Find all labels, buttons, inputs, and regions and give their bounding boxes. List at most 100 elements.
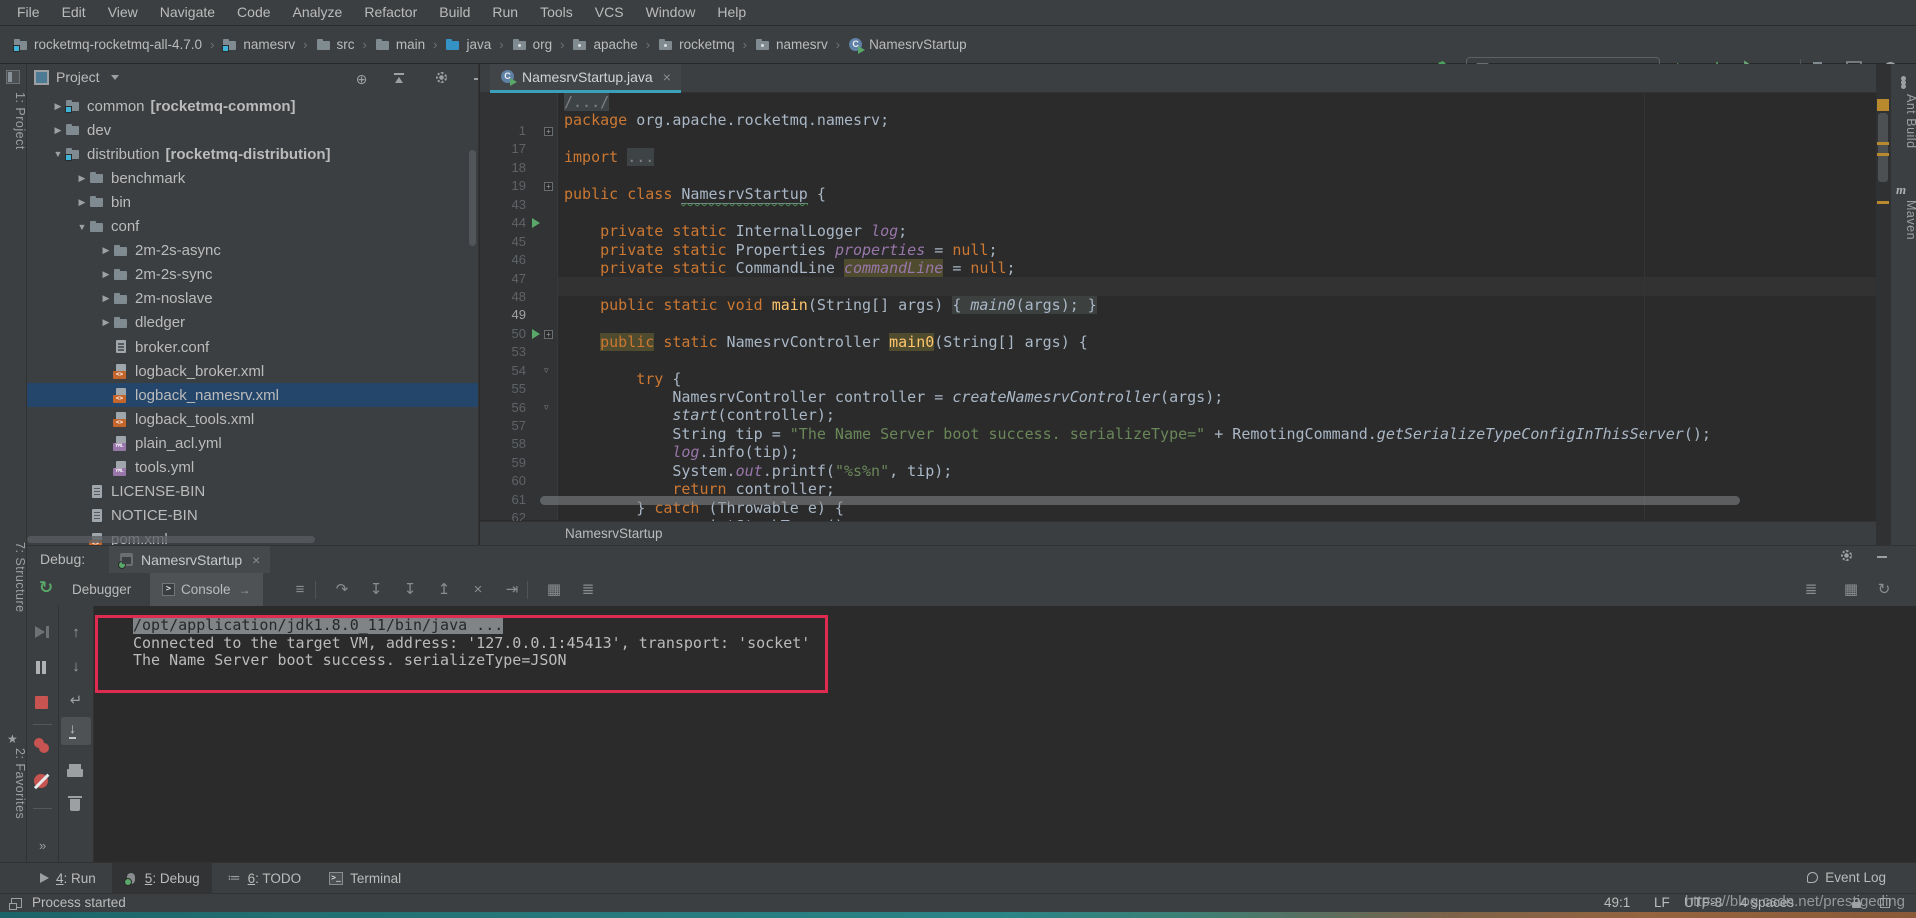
tool-window-button-project[interactable]: 1: Project bbox=[0, 92, 27, 150]
menu-analyze[interactable]: Analyze bbox=[282, 0, 354, 25]
breadcrumb-item-src[interactable]: src bbox=[313, 35, 358, 55]
breadcrumb-item-apache[interactable]: apache bbox=[569, 35, 640, 55]
chevron-down-icon[interactable] bbox=[111, 75, 119, 80]
fold-open-icon[interactable]: ▿ bbox=[544, 402, 549, 413]
tree-vertical-scrollbar[interactable] bbox=[469, 150, 476, 246]
line-number-56[interactable]: 56 bbox=[480, 399, 526, 417]
line-number-57[interactable]: 57 bbox=[480, 417, 526, 435]
stripe-mark[interactable] bbox=[1877, 99, 1889, 111]
tree-collapsed-icon[interactable]: ▶ bbox=[99, 293, 113, 304]
breadcrumb-item-rocketmq[interactable]: rocketmq bbox=[655, 35, 738, 55]
tree-item-logback_namesrv.xml[interactable]: <>logback_namesrv.xml bbox=[27, 383, 479, 407]
tree-item-bin[interactable]: ▶bin bbox=[27, 190, 479, 214]
tree-item-benchmark[interactable]: ▶benchmark bbox=[27, 166, 479, 190]
close-icon[interactable]: × bbox=[252, 552, 260, 568]
tree-item-tools.yml[interactable]: YMLtools.yml bbox=[27, 456, 479, 480]
breadcrumb-item-main[interactable]: main bbox=[372, 35, 428, 55]
line-number-60[interactable]: 60 bbox=[480, 472, 526, 490]
code-line-46[interactable]: private static InternalLogger log; bbox=[558, 222, 907, 240]
tree-collapsed-icon[interactable]: ▶ bbox=[99, 245, 113, 256]
tool-window-button-5-debug[interactable]: 5: Debug bbox=[112, 863, 212, 893]
breadcrumb-item-namesrv[interactable]: namesrv bbox=[752, 35, 831, 55]
up-stack-trace-icon[interactable]: ↑ bbox=[65, 624, 87, 641]
tree-item-dledger[interactable]: ▶dledger bbox=[27, 311, 479, 335]
code-line-57[interactable]: NamesrvController controller = createNam… bbox=[558, 388, 1223, 406]
line-number-54[interactable]: 54 bbox=[480, 362, 526, 380]
code-line-17[interactable]: package org.apache.rocketmq.namesrv; bbox=[558, 111, 889, 129]
collapse-all-icon[interactable] bbox=[390, 71, 407, 88]
menu-view[interactable]: View bbox=[97, 0, 149, 25]
tree-item-2m-2s-async[interactable]: ▶2m-2s-async bbox=[27, 239, 479, 263]
tree-collapsed-icon[interactable]: ▶ bbox=[99, 269, 113, 280]
tree-item-conf[interactable]: ▼conf bbox=[27, 215, 479, 239]
tool-window-button-ant-build[interactable]: Ant Build bbox=[1891, 94, 1916, 149]
code-line-47[interactable]: private static Properties properties = n… bbox=[558, 241, 998, 259]
tool-window-button-maven[interactable]: Maven bbox=[1891, 200, 1916, 240]
menu-vcs[interactable]: VCS bbox=[584, 0, 635, 25]
line-number-53[interactable]: 53 bbox=[480, 343, 526, 361]
tree-item-distribution[interactable]: ▼distribution[rocketmq-distribution] bbox=[27, 142, 479, 166]
tree-item-logback_broker.xml[interactable]: <>logback_broker.xml bbox=[27, 359, 479, 383]
tree-item-logback_tools.xml[interactable]: <>logback_tools.xml bbox=[27, 407, 479, 431]
project-stripe-icon[interactable] bbox=[6, 70, 20, 84]
rerun-icon[interactable]: ↻ bbox=[35, 578, 57, 598]
settings-gear-icon[interactable] bbox=[1838, 549, 1855, 566]
fold-plus-icon[interactable]: + bbox=[544, 127, 553, 136]
caret-position-widget[interactable]: 49:1 bbox=[1604, 894, 1630, 912]
tree-item-plain_acl.yml[interactable]: YMLplain_acl.yml bbox=[27, 431, 479, 455]
fold-open-icon[interactable]: ▿ bbox=[544, 365, 549, 376]
tool-window-button-structure[interactable]: 7: Structure bbox=[0, 542, 27, 613]
line-number-43[interactable]: 43 bbox=[480, 196, 526, 214]
line-number-47[interactable]: 47 bbox=[480, 270, 526, 288]
menu-refactor[interactable]: Refactor bbox=[353, 0, 428, 25]
tool-window-button-6-todo[interactable]: ≔6: TODO bbox=[216, 863, 314, 893]
tree-collapsed-icon[interactable]: ▶ bbox=[75, 173, 89, 184]
tree-item-2m-2s-sync[interactable]: ▶2m-2s-sync bbox=[27, 263, 479, 287]
layout-icon[interactable]: ≣ bbox=[577, 580, 599, 600]
code-line-58[interactable]: start(controller); bbox=[558, 406, 835, 424]
locate-file-icon[interactable]: ⊕ bbox=[353, 71, 370, 88]
code-line-1[interactable]: /.../ bbox=[558, 93, 609, 111]
breadcrumb-item-namesrv[interactable]: namesrv bbox=[219, 35, 298, 55]
step-out-icon[interactable]: ↥ bbox=[433, 580, 455, 600]
debug-session-tab[interactable]: NamesrvStartup × bbox=[109, 546, 270, 573]
line-number-1[interactable]: 1 bbox=[480, 122, 526, 140]
code-line-56[interactable]: try { bbox=[558, 370, 681, 388]
menu-help[interactable]: Help bbox=[706, 0, 757, 25]
view-breakpoints-button[interactable] bbox=[32, 736, 54, 758]
hide-panel-icon[interactable] bbox=[1873, 549, 1890, 566]
evaluate-icon[interactable]: ▦ bbox=[543, 580, 565, 600]
settings-gear-icon[interactable] bbox=[433, 71, 450, 88]
stop-process-button[interactable] bbox=[32, 693, 54, 715]
line-number-18[interactable]: 18 bbox=[480, 159, 526, 177]
menu-navigate[interactable]: Navigate bbox=[149, 0, 226, 25]
close-icon[interactable]: × bbox=[663, 69, 671, 85]
debug-tab-console[interactable]: >Console→ bbox=[150, 573, 263, 606]
breadcrumb-item-rocketmq-rocketmq-all-4.7.0[interactable]: rocketmq-rocketmq-all-4.7.0 bbox=[10, 35, 205, 55]
line-number-45[interactable]: 45 bbox=[480, 233, 526, 251]
tree-item-license-bin[interactable]: LICENSE-BIN bbox=[27, 480, 479, 504]
tree-item-notice-bin[interactable]: NOTICE-BIN bbox=[27, 504, 479, 528]
tree-collapsed-icon[interactable]: ▶ bbox=[99, 317, 113, 328]
code-line-59[interactable]: String tip = "The Name Server boot succe… bbox=[558, 425, 1711, 443]
menu-window[interactable]: Window bbox=[635, 0, 707, 25]
code-line-60[interactable]: log.info(tip); bbox=[558, 443, 799, 461]
stripe-mark[interactable] bbox=[1877, 201, 1889, 204]
error-stripe[interactable] bbox=[1876, 64, 1890, 545]
resume-button[interactable] bbox=[32, 622, 54, 644]
code-line-48[interactable]: private static CommandLine commandLine =… bbox=[558, 259, 1016, 277]
line-separator-widget[interactable]: LF bbox=[1654, 894, 1670, 912]
breadcrumb-item-namesrvstartup[interactable]: CNamesrvStartup bbox=[845, 35, 970, 55]
menu-build[interactable]: Build bbox=[428, 0, 481, 25]
soft-wrap-icon[interactable]: ↵ bbox=[65, 691, 87, 709]
tool-window-button-4-run[interactable]: 4: Run bbox=[28, 863, 108, 893]
code-line-54[interactable]: public static NamesrvController main0(St… bbox=[558, 333, 1088, 351]
down-stack-trace-icon[interactable]: ↓ bbox=[65, 658, 87, 675]
tree-expanded-icon[interactable]: ▼ bbox=[51, 149, 65, 159]
menu-edit[interactable]: Edit bbox=[51, 0, 97, 25]
line-number-49[interactable]: 49 bbox=[480, 306, 526, 324]
fold-plus-icon[interactable]: + bbox=[544, 330, 553, 339]
stripe-mark[interactable] bbox=[1877, 142, 1889, 145]
editor-tab-namesrvstartup[interactable]: C NamesrvStartup.java × bbox=[490, 64, 681, 93]
line-number-44[interactable]: 44 bbox=[480, 214, 526, 232]
